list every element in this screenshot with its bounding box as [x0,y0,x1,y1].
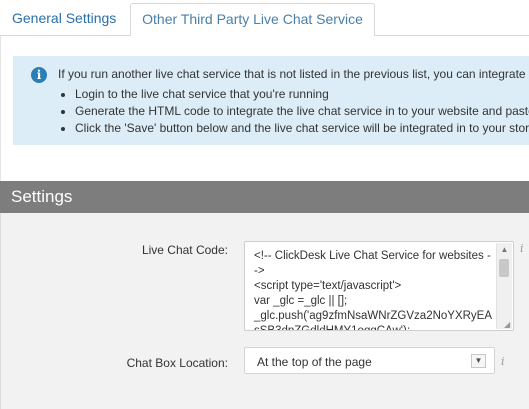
list-item: Login to the live chat service that you'… [75,86,529,103]
resize-grip-icon[interactable]: ◢ [504,321,512,329]
info-list: Login to the live chat service that you'… [61,86,529,137]
info-text: If you run another live chat service tha… [58,67,526,81]
live-chat-code-label: Live Chat Code: [141,243,228,257]
chat-box-location-select[interactable]: At the top of the page ▼ [244,347,495,374]
settings-header: Settings [0,181,529,213]
scroll-up-icon[interactable]: ▲ [497,243,512,257]
list-item: Click the 'Save' button below and the li… [75,120,529,137]
help-icon[interactable]: i [501,355,505,368]
chat-box-location-label: Chat Box Location: [126,356,228,370]
settings-form: Live Chat Code: <!-- ClickDesk Live Chat… [0,213,529,409]
live-chat-code-textarea[interactable]: <!-- ClickDesk Live Chat Service for web… [244,241,514,331]
tab-bar: General Settings Other Third Party Live … [0,0,529,37]
live-chat-code-value: <!-- ClickDesk Live Chat Service for web… [254,250,493,331]
info-box: i If you run another live chat service t… [13,56,529,145]
list-item: Generate the HTML code to integrate the … [75,103,529,120]
help-icon[interactable]: i [520,242,524,255]
scroll-thumb[interactable] [499,259,509,277]
tab-general-settings[interactable]: General Settings [0,3,128,36]
chat-box-location-value: At the top of the page [257,355,372,369]
tab-panel: i If you run another live chat service t… [0,36,529,181]
info-icon: i [31,67,47,83]
chevron-down-icon[interactable]: ▼ [471,354,486,368]
tab-other-third-party-live-chat[interactable]: Other Third Party Live Chat Service [130,3,375,37]
textarea-scrollbar[interactable]: ▲ [496,243,512,329]
